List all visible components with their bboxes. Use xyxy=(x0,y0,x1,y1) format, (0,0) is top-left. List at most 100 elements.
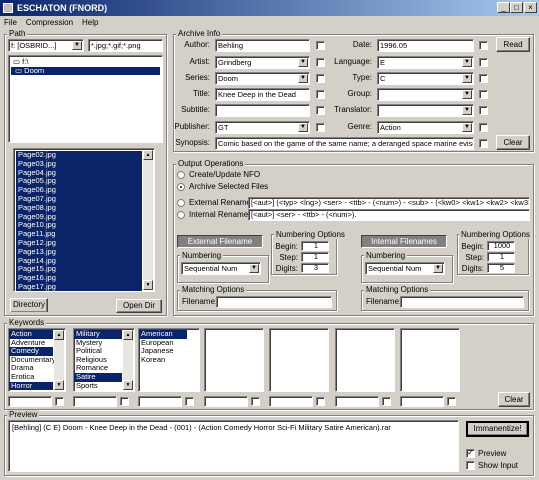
internal-pattern-input[interactable]: [<aut>] <ser> - <ttb> - (<num>). xyxy=(248,209,530,221)
read-button[interactable]: Read xyxy=(496,37,530,52)
keyword-checkbox-6[interactable] xyxy=(382,397,391,406)
artist-select[interactable]: Grindberg ▼ xyxy=(215,56,310,69)
ext-step-input[interactable]: 1 xyxy=(301,252,329,262)
date-checkbox[interactable] xyxy=(479,41,488,50)
int-filename-input[interactable] xyxy=(400,296,524,308)
chevron-down-icon[interactable]: ▼ xyxy=(462,90,472,99)
radio-internal-rename[interactable] xyxy=(177,211,185,219)
scroll-down-icon[interactable]: ▼ xyxy=(54,380,64,390)
keyword-list-6[interactable] xyxy=(335,328,395,392)
title-checkbox[interactable] xyxy=(316,90,325,99)
archive-clear-button[interactable]: Clear xyxy=(496,135,530,150)
file-list-item[interactable]: Page17.jpg xyxy=(16,282,142,291)
language-select[interactable]: E ▼ xyxy=(377,56,474,69)
date-input[interactable]: 1996.05 xyxy=(377,39,474,52)
keyword-item[interactable]: Sports xyxy=(74,381,122,391)
artist-checkbox[interactable] xyxy=(316,58,325,67)
keyword-checkbox-4[interactable] xyxy=(251,397,260,406)
keyword-input-4[interactable] xyxy=(204,396,248,407)
genre-select[interactable]: Action ▼ xyxy=(377,121,474,134)
language-checkbox[interactable] xyxy=(479,58,488,67)
publisher-select[interactable]: GT ▼ xyxy=(215,121,310,134)
file-filter-input[interactable]: *.jpg;*.gif;*.png xyxy=(88,39,163,52)
ext-begin-input[interactable]: 1 xyxy=(301,241,329,251)
scroll-up-icon[interactable]: ▲ xyxy=(143,150,153,160)
menu-compression[interactable]: Compression xyxy=(26,18,73,27)
int-numbering-select[interactable]: Sequential Num ▼ xyxy=(365,262,445,275)
radio-archive-selected[interactable] xyxy=(177,183,185,191)
keyword-item[interactable]: Korean xyxy=(139,355,187,365)
chevron-down-icon[interactable]: ▼ xyxy=(298,58,308,67)
group-checkbox[interactable] xyxy=(479,90,488,99)
keyword-checkbox-7[interactable] xyxy=(447,397,456,406)
external-pattern-input[interactable]: [<aut>] (<typ> <lng>) <ser> - <ttb> - (<… xyxy=(248,197,530,209)
title-input[interactable]: Knee Deep in the Dead xyxy=(215,88,310,101)
chevron-down-icon[interactable]: ▼ xyxy=(433,264,443,273)
subtitle-checkbox[interactable] xyxy=(316,106,325,115)
chevron-down-icon[interactable]: ▼ xyxy=(462,58,472,67)
keyword-checkbox-1[interactable] xyxy=(55,397,64,406)
show-input-checkbox[interactable] xyxy=(466,461,475,470)
file-list-scrollbar[interactable]: ▲ ▼ xyxy=(143,150,153,290)
file-list[interactable]: ▲ ▼ Page02.jpg Page03.jpg Page04.jpg Page05… xyxy=(13,148,155,292)
keyword-checkbox-3[interactable] xyxy=(185,397,194,406)
keyword-list-3[interactable]: American European Japanese Korean xyxy=(138,328,200,392)
keyword-list-2-scrollbar[interactable]: ▲ ▼ xyxy=(123,330,133,390)
scroll-down-icon[interactable]: ▼ xyxy=(123,380,133,390)
folder-item-doom[interactable]: ▭ Doom xyxy=(11,66,160,76)
type-checkbox[interactable] xyxy=(479,74,488,83)
publisher-checkbox[interactable] xyxy=(316,123,325,132)
keyword-list-2[interactable]: ▲ ▼ Military Mystery Political Religious Roma… xyxy=(73,328,135,392)
keyword-item[interactable]: Horror xyxy=(9,381,53,391)
translator-select[interactable]: ▼ xyxy=(377,104,474,117)
keyword-list-1[interactable]: ▲ ▼ Action Adventure Comedy Documentary Drama… xyxy=(8,328,66,392)
keyword-list-1-scrollbar[interactable]: ▲ ▼ xyxy=(54,330,64,390)
maximize-button[interactable]: □ xyxy=(510,2,523,13)
keyword-input-7[interactable] xyxy=(400,396,444,407)
int-digits-input[interactable]: 5 xyxy=(487,263,515,273)
minimize-button[interactable]: _ xyxy=(497,2,510,13)
keyword-list-5[interactable] xyxy=(269,328,329,392)
translator-checkbox[interactable] xyxy=(479,106,488,115)
keyword-input-6[interactable] xyxy=(335,396,379,407)
keyword-input-3[interactable] xyxy=(138,396,182,407)
radio-create-nfo[interactable] xyxy=(177,171,185,179)
chevron-down-icon[interactable]: ▼ xyxy=(72,41,82,50)
group-select[interactable]: ▼ xyxy=(377,88,474,101)
keyword-list-4[interactable] xyxy=(204,328,264,392)
chevron-down-icon[interactable]: ▼ xyxy=(249,264,259,273)
radio-external-rename[interactable] xyxy=(177,199,185,207)
tab-directory[interactable]: Directory xyxy=(10,298,48,312)
preview-checkbox[interactable]: ✓ xyxy=(466,449,475,458)
author-input[interactable]: Behling xyxy=(215,39,310,52)
type-select[interactable]: C ▼ xyxy=(377,72,474,85)
chevron-down-icon[interactable]: ▼ xyxy=(462,106,472,115)
genre-checkbox[interactable] xyxy=(479,123,488,132)
author-checkbox[interactable] xyxy=(316,41,325,50)
keyword-input-5[interactable] xyxy=(269,396,313,407)
drive-select[interactable]: f: [OSBRID...] ▼ xyxy=(8,39,84,52)
chevron-down-icon[interactable]: ▼ xyxy=(298,74,308,83)
keyword-input-1[interactable] xyxy=(8,396,52,407)
series-select[interactable]: Doom ▼ xyxy=(215,72,310,85)
scroll-up-icon[interactable]: ▲ xyxy=(123,330,133,340)
keyword-checkbox-5[interactable] xyxy=(316,397,325,406)
folder-tree[interactable]: ▭ f:\ ▭ Doom xyxy=(8,55,163,143)
scroll-up-icon[interactable]: ▲ xyxy=(54,330,64,340)
menu-file[interactable]: File xyxy=(4,18,17,27)
int-begin-input[interactable]: 1000 xyxy=(487,241,515,251)
close-button[interactable]: × xyxy=(524,2,537,13)
series-checkbox[interactable] xyxy=(316,74,325,83)
keywords-clear-button[interactable]: Clear xyxy=(498,392,530,407)
scroll-down-icon[interactable]: ▼ xyxy=(143,280,153,290)
preview-output[interactable]: [Behling] (C E) Doom - Knee Deep in the … xyxy=(8,420,459,472)
keyword-list-7[interactable] xyxy=(400,328,460,392)
immanentize-button[interactable]: Immanentize! xyxy=(466,421,529,437)
synopsis-checkbox[interactable] xyxy=(479,139,488,148)
chevron-down-icon[interactable]: ▼ xyxy=(298,123,308,132)
synopsis-input[interactable]: Comic based on the game of the same name… xyxy=(215,137,474,150)
chevron-down-icon[interactable]: ▼ xyxy=(462,123,472,132)
menu-help[interactable]: Help xyxy=(82,18,98,27)
int-step-input[interactable]: 1 xyxy=(487,252,515,262)
chevron-down-icon[interactable]: ▼ xyxy=(462,74,472,83)
